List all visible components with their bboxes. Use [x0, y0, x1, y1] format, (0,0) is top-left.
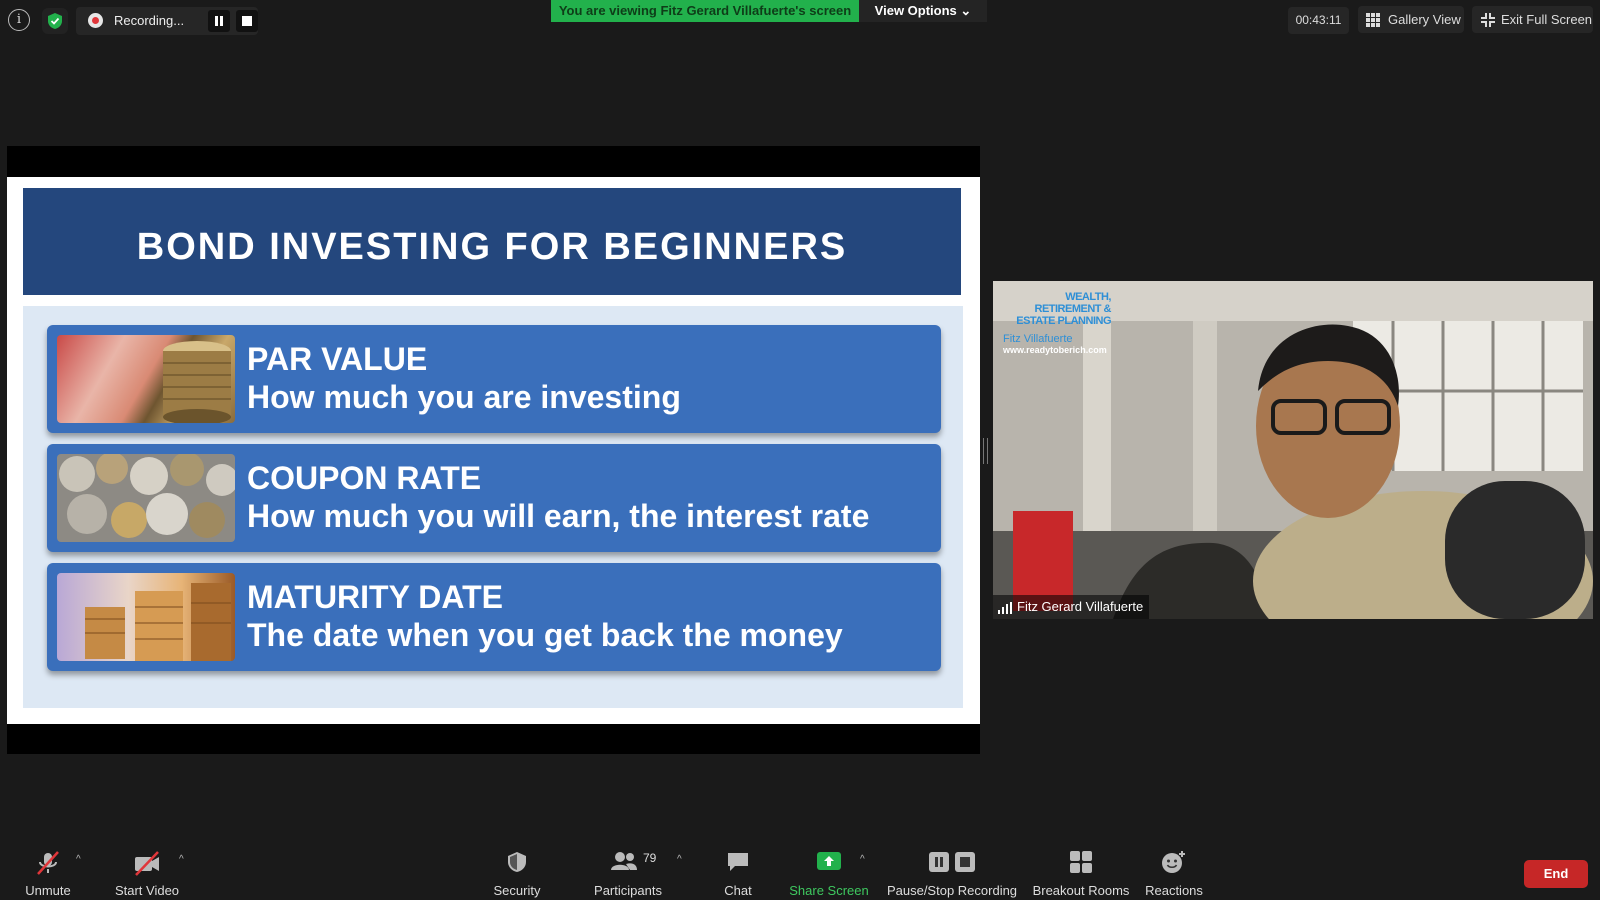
logo-line: ESTATE PLANNING [1016, 315, 1111, 327]
card-heading: MATURITY DATE [247, 579, 503, 615]
info-icon[interactable]: i [8, 9, 30, 31]
slide-header: BOND INVESTING FOR BEGINNERS [23, 188, 961, 295]
recording-dot-icon [88, 13, 103, 28]
share-options-caret-icon[interactable]: ^ [860, 854, 865, 865]
participants-count: 79 [643, 851, 657, 865]
shield-icon [508, 852, 526, 872]
coin-stacks-image [57, 573, 235, 661]
reactions-icon [1162, 851, 1185, 873]
end-meeting-button[interactable]: End [1524, 860, 1588, 888]
share-screen-button[interactable]: Share Screen [785, 842, 873, 900]
exit-full-screen-button[interactable]: Exit Full Screen [1472, 6, 1593, 33]
presentation-slide: BOND INVESTING FOR BEGINNERS PAR VALUE H… [7, 177, 980, 724]
slide-card-coupon-rate: COUPON RATE How much you will earn, the … [47, 444, 941, 552]
slide-body: PAR VALUE How much you are investing COU… [23, 306, 963, 708]
reactions-label: Reactions [1145, 883, 1203, 898]
pause-stop-recording-button[interactable]: Pause/Stop Recording [886, 842, 1018, 900]
grid-icon [1366, 13, 1381, 27]
recording-label: Recording... [114, 13, 185, 28]
security-button[interactable]: Security [487, 842, 547, 900]
meeting-timer: 00:43:11 [1288, 7, 1349, 34]
chat-label: Chat [724, 883, 752, 898]
view-options-button[interactable]: View Options ⌄ [859, 0, 987, 22]
chevron-down-icon: ⌄ [960, 3, 972, 18]
gallery-view-label: Gallery View [1388, 12, 1461, 27]
microphone-muted-icon [37, 851, 59, 875]
share-screen-label: Share Screen [789, 883, 869, 898]
logo-line: WEALTH, [1065, 291, 1111, 303]
slide-card-maturity-date: MATURITY DATE The date when you get back… [47, 563, 941, 671]
logo-url: www.readytoberich.com [1003, 345, 1107, 355]
participant-name-tag: Fitz Gerard Villafuerte [993, 595, 1150, 619]
participants-label: Participants [594, 883, 662, 898]
exit-full-screen-label: Exit Full Screen [1501, 12, 1593, 27]
video-off-icon [135, 851, 159, 876]
view-options-label: View Options [874, 3, 957, 18]
logo-line: RETIREMENT & [1034, 303, 1112, 315]
unmute-button[interactable]: Unmute [20, 842, 76, 900]
top-bar: i Recording... You are viewing Fitz Gera… [0, 0, 1600, 44]
encryption-shield-icon[interactable] [42, 8, 68, 34]
logo-name: Fitz Villafuerte [1003, 333, 1073, 345]
coins-banknote-image [57, 335, 235, 423]
viewing-screen-banner: You are viewing Fitz Gerard Villafuerte'… [551, 0, 859, 22]
participants-icon [611, 852, 637, 870]
stop-recording-button[interactable] [236, 10, 258, 32]
security-label: Security [493, 883, 541, 898]
unmute-label: Unmute [25, 883, 71, 898]
card-description: How much you are investing [247, 379, 681, 415]
start-video-label: Start Video [114, 883, 180, 898]
speaker-video-image [993, 281, 1593, 619]
shared-screen: BOND INVESTING FOR BEGINNERS PAR VALUE H… [7, 146, 980, 754]
gallery-view-button[interactable]: Gallery View [1358, 6, 1464, 33]
card-heading: COUPON RATE [247, 460, 482, 496]
chat-icon [728, 853, 748, 871]
pause-stop-icon [929, 852, 975, 872]
pause-recording-button[interactable] [208, 10, 230, 32]
resize-handle[interactable] [983, 438, 988, 464]
participants-button[interactable]: 79 Participants [588, 842, 668, 900]
participant-name: Fitz Gerard Villafuerte [1017, 599, 1144, 614]
card-heading: PAR VALUE [247, 341, 428, 377]
meeting-toolbar: Unmute ^ Start Video ^ Security 79 Parti… [0, 842, 1600, 900]
reactions-button[interactable]: Reactions [1144, 842, 1204, 900]
signal-strength-icon [998, 602, 1012, 614]
breakout-rooms-label: Breakout Rooms [1032, 883, 1130, 898]
slide-title: BOND INVESTING FOR BEGINNERS [136, 226, 848, 268]
start-video-button[interactable]: Start Video [110, 842, 184, 900]
participants-options-caret-icon[interactable]: ^ [677, 854, 682, 865]
chat-button[interactable]: Chat [710, 842, 766, 900]
share-screen-icon [817, 852, 841, 870]
audio-options-caret-icon[interactable]: ^ [76, 854, 81, 865]
video-tile[interactable]: WEALTH, RETIREMENT & ESTATE PLANNING Fit… [993, 281, 1593, 619]
video-options-caret-icon[interactable]: ^ [179, 854, 184, 865]
pause-stop-recording-label: Pause/Stop Recording [886, 883, 1018, 898]
channel-logo: WEALTH, RETIREMENT & ESTATE PLANNING [1003, 291, 1111, 327]
slide-card-par-value: PAR VALUE How much you are investing [47, 325, 941, 433]
card-description: The date when you get back the money [247, 617, 843, 653]
exit-fullscreen-icon [1481, 13, 1495, 27]
pile-of-coins-image [57, 454, 235, 542]
recording-indicator: Recording... [76, 7, 258, 35]
breakout-rooms-button[interactable]: Breakout Rooms [1030, 842, 1132, 900]
breakout-rooms-icon [1070, 851, 1092, 873]
card-description: How much you will earn, the interest rat… [247, 498, 870, 534]
